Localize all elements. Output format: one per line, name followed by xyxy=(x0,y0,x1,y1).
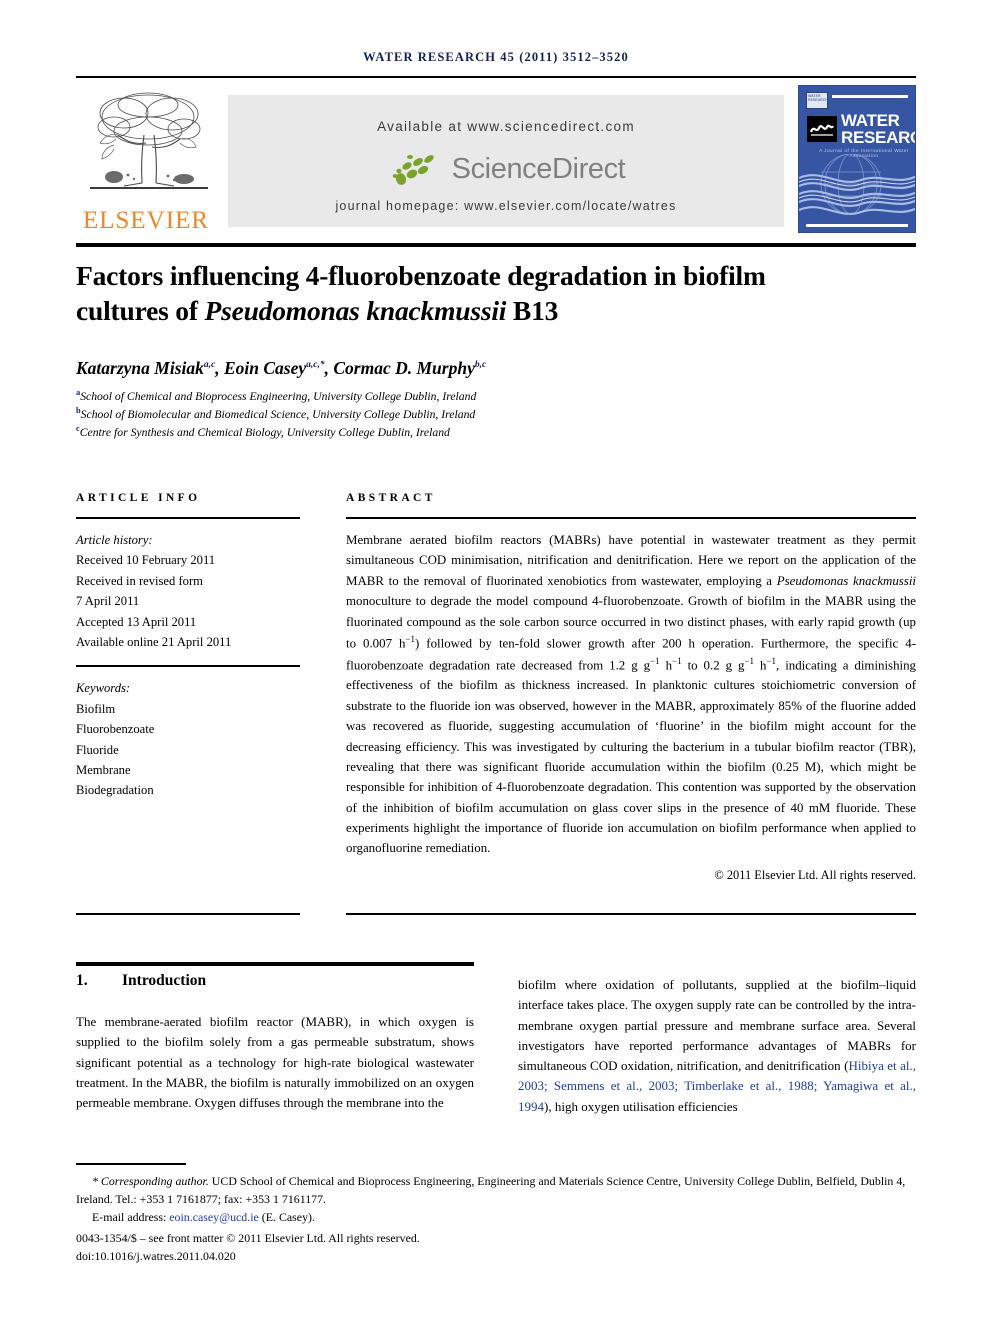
history-item-revised-date: 7 April 2011 xyxy=(76,594,140,609)
cover-wave-graphic xyxy=(799,153,915,224)
email-link[interactable]: eoin.casey@ucd.ie xyxy=(169,1210,259,1224)
introduction-left-column: The membrane-aerated biofilm reactor (MA… xyxy=(76,1014,474,1111)
author-sep-1: , xyxy=(215,358,224,378)
abstract-part-6: h xyxy=(754,657,767,672)
tree-ground-line xyxy=(90,187,208,189)
sciencedirect-logo: ScienceDirect xyxy=(228,147,784,191)
abstract-part-4: h xyxy=(659,657,673,672)
author-3-affil-marker: b,c xyxy=(474,360,487,371)
masthead: ELSEVIER Available at www.sciencedirect.… xyxy=(76,85,916,237)
abstract-heading: ABSTRACT xyxy=(346,492,436,504)
article-info-rule xyxy=(76,517,300,519)
intro-right-part-2: ), high oxygen utilisation efficiencies xyxy=(544,1098,738,1114)
journal-homepage-text: journal homepage: www.elsevier.com/locat… xyxy=(335,199,677,213)
cover-bottom-bar xyxy=(806,224,908,227)
author-1-affil-marker: a,c xyxy=(203,360,216,371)
corresponding-author-note: * Corresponding author. UCD School of Ch… xyxy=(76,1172,916,1208)
title-line-2-suffix: B13 xyxy=(506,295,559,327)
abstract-block-bottom-rule-left xyxy=(76,913,300,915)
article-history: Article history: Received 10 February 20… xyxy=(76,530,300,652)
affiliation-b-text: School of Biomolecular and Biomedical Sc… xyxy=(80,407,476,421)
available-at-text: Available at www.sciencedirect.com xyxy=(377,119,635,134)
affiliation-c: cCentre for Synthesis and Chemical Biolo… xyxy=(76,422,906,442)
cover-corner-label: WATER RESEARCH xyxy=(806,92,828,109)
author-2-affil-marker: a,c,* xyxy=(306,360,325,371)
affiliation-b: bSchool of Biomolecular and Biomedical S… xyxy=(76,404,906,424)
author-1: Katarzyna Misiak xyxy=(76,358,204,378)
doi-line[interactable]: doi:10.1016/j.watres.2011.04.020 xyxy=(76,1247,916,1265)
sciencedirect-leaves-icon xyxy=(392,155,434,185)
affiliation-a-text: School of Chemical and Bioprocess Engine… xyxy=(80,389,477,403)
title-line-2-prefix: cultures of xyxy=(76,295,205,327)
article-history-label: Article history: xyxy=(76,533,153,547)
abstract-sup-5: −1 xyxy=(766,655,777,666)
abstract-sup-3: −1 xyxy=(672,655,682,666)
title-line-1: Factors influencing 4-fluorobenzoate deg… xyxy=(76,260,766,291)
abstract-sup-2: −1 xyxy=(650,655,660,666)
title-species-name: Pseudomonas knackmussii xyxy=(204,295,507,327)
corresponding-author-label: * Corresponding author. xyxy=(92,1174,209,1188)
keyword-item: Biodegradation xyxy=(76,783,154,798)
abstract-part-7: , indicating a diminishing effectiveness… xyxy=(346,657,916,856)
email-label: E-mail address: xyxy=(92,1210,170,1225)
keywords-block: Keywords: Biofilm Fluorobenzoate Fluorid… xyxy=(76,678,300,800)
history-item-received: Received 10 February 2011 xyxy=(76,553,216,568)
email-note: E-mail address: eoin.casey@ucd.ie (E. Ca… xyxy=(76,1208,916,1226)
abstract-text: Membrane aerated biofilm reactors (MABRs… xyxy=(346,530,916,859)
keywords-rule xyxy=(76,665,300,668)
article-info-heading: ARTICLE INFO xyxy=(76,492,201,504)
author-3: Cormac D. Murphy xyxy=(333,358,475,378)
abstract-block-bottom-rule-right xyxy=(346,913,916,915)
cover-title-line2: RESEARCH xyxy=(841,127,915,147)
running-head: WATER RESEARCH 45 (2011) 3512–3520 xyxy=(363,50,629,64)
article-info-column: ARTICLE INFO Article history: Received 1… xyxy=(76,492,300,801)
history-item-revised-form: Received in revised form xyxy=(76,573,203,588)
cover-top-bar: WATER RESEARCH xyxy=(806,92,908,109)
history-item-accepted: Accepted 13 April 2011 xyxy=(76,614,197,629)
elsevier-wordmark: ELSEVIER xyxy=(82,207,210,234)
journal-article-page: WATER RESEARCH 45 (2011) 3512–3520 ELSEV… xyxy=(0,0,992,1323)
abstract-organism: Pseudomonas knackmussii xyxy=(776,573,916,588)
affiliation-a: aSchool of Chemical and Bioprocess Engin… xyxy=(76,386,906,406)
history-item-online: Available online 21 April 2011 xyxy=(76,634,232,649)
iwa-logo-icon xyxy=(807,116,837,142)
author-list: Katarzyna Misiaka,c, Eoin Caseya,c,*, Co… xyxy=(76,358,906,379)
introduction-number: 1. xyxy=(76,972,88,989)
abstract-rule xyxy=(346,517,916,519)
masthead-bottom-rule xyxy=(76,243,916,247)
author-2: Eoin Casey xyxy=(223,358,307,378)
introduction-rule xyxy=(76,962,474,966)
email-suffix: (E. Casey). xyxy=(258,1210,315,1225)
footnote-block: * Corresponding author. UCD School of Ch… xyxy=(76,1172,916,1265)
cover-title: WATER RESEARCH xyxy=(841,112,915,147)
abstract-part-5: to 0.2 g g xyxy=(681,657,745,672)
abstract-copyright: © 2011 Elsevier Ltd. All rights reserved… xyxy=(714,867,916,882)
sciencedirect-wordmark: ScienceDirect xyxy=(451,152,626,185)
header-rule xyxy=(76,76,916,78)
introduction-heading: 1. Introduction xyxy=(76,972,474,990)
footnote-rule xyxy=(76,1163,186,1165)
journal-cover-image: WATER RESEARCH WATER RESEARCH A Journal … xyxy=(798,85,916,233)
introduction-right-column: biofilm where oxidation of pollutants, s… xyxy=(518,975,916,1117)
abstract-column: ABSTRACT Membrane aerated biofilm reacto… xyxy=(346,492,916,883)
keyword-item: Membrane xyxy=(76,762,131,777)
article-title: Factors influencing 4-fluorobenzoate deg… xyxy=(76,258,906,328)
elsevier-logo: ELSEVIER xyxy=(76,85,216,237)
keyword-item: Biofilm xyxy=(76,701,116,716)
abstract-sup-4: −1 xyxy=(744,655,755,666)
sciencedirect-banner: Available at www.sciencedirect.com Scien… xyxy=(228,95,784,227)
abstract-sup-1: −1 xyxy=(405,633,416,644)
keyword-item: Fluorobenzoate xyxy=(76,722,155,737)
affiliation-c-text: Centre for Synthesis and Chemical Biolog… xyxy=(79,425,450,439)
keywords-label: Keywords: xyxy=(76,681,131,696)
introduction-heading-text: Introduction xyxy=(122,972,207,989)
elsevier-tree-icon xyxy=(84,87,212,197)
issn-copyright-line: 0043-1354/$ – see front matter © 2011 El… xyxy=(76,1231,420,1246)
keyword-item: Fluoride xyxy=(76,742,119,757)
